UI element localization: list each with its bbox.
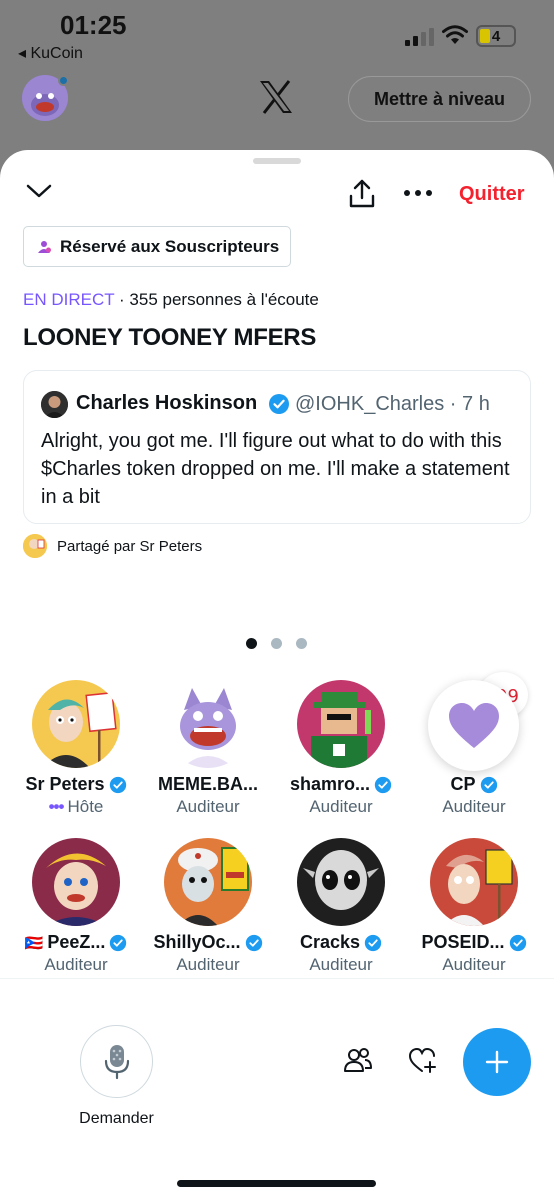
participant-poseid[interactable]: POSEID... Auditeur <box>414 838 534 975</box>
verified-icon <box>245 934 262 951</box>
participant-avatar <box>297 680 385 768</box>
participant-name: PeeZ... <box>47 932 106 952</box>
more-options-icon[interactable] <box>404 190 432 196</box>
verified-icon <box>110 934 127 951</box>
plus-icon <box>485 1050 509 1074</box>
x-logo-icon <box>260 80 292 114</box>
participant-role: Auditeur <box>176 955 240 974</box>
reaction-heart-bubble <box>428 680 519 771</box>
participant-shillyoc[interactable]: ShillyOc... Auditeur <box>148 838 268 975</box>
participant-role: Auditeur <box>309 797 373 816</box>
tweet-author-name: Charles Hoskinson <box>76 392 258 414</box>
listener-count: · 355 personnes à l'écoute <box>114 290 319 309</box>
participant-name: ShillyOc... <box>153 932 241 952</box>
tweet-author-avatar <box>41 391 68 418</box>
live-status: EN DIRECT · 355 personnes à l'écoute <box>23 290 319 310</box>
verified-icon <box>480 776 497 793</box>
participant-sr-peters[interactable]: Sr Peters ••• Hôte <box>16 680 136 817</box>
participant-name: CP <box>450 774 476 794</box>
subscribers-only-badge: Réservé aux Souscripteurs <box>23 226 292 267</box>
flag-icon: 🇵🇷 <box>24 934 44 952</box>
participant-name: POSEID... <box>421 932 505 952</box>
participant-avatar <box>164 680 252 768</box>
verified-icon <box>109 776 126 793</box>
battery-icon: 4 <box>476 25 516 47</box>
verified-icon <box>509 934 526 951</box>
participant-avatar <box>430 838 518 926</box>
sheet-grabber[interactable] <box>253 158 301 164</box>
upgrade-button[interactable]: Mettre à niveau <box>348 76 531 122</box>
participant-cracks[interactable]: Cracks Auditeur <box>281 838 401 975</box>
verified-icon <box>374 776 392 793</box>
participant-role: Hôte <box>67 797 104 816</box>
page-dot[interactable] <box>271 638 282 649</box>
battery-level: 4 <box>491 28 501 45</box>
participant-avatar <box>297 838 385 926</box>
participant-shamro[interactable]: shamro... Auditeur <box>281 680 401 817</box>
space-sheet: Quitter Réservé aux Souscripteurs EN DIR… <box>0 150 554 1200</box>
participant-role: Auditeur <box>309 955 373 974</box>
shared-by-label: Partagé par Sr Peters <box>57 537 203 555</box>
participant-name: MEME.BA... <box>157 774 258 794</box>
subscriber-icon <box>38 240 51 253</box>
home-indicator[interactable] <box>177 1180 376 1187</box>
request-mic-button[interactable] <box>80 1025 153 1098</box>
cellular-signal-icon <box>405 28 434 46</box>
page-dot[interactable] <box>296 638 307 649</box>
participant-peez[interactable]: 🇵🇷 PeeZ... Auditeur <box>16 838 136 975</box>
verified-icon <box>269 394 289 414</box>
participant-meme-ba[interactable]: MEME.BA... Auditeur <box>148 680 268 817</box>
subscribers-only-label: Réservé aux Souscripteurs <box>60 236 280 256</box>
share-icon[interactable] <box>348 179 376 209</box>
add-fab-button[interactable] <box>463 1028 531 1096</box>
participant-role: Auditeur <box>176 797 240 816</box>
heart-reaction-icon <box>448 702 499 748</box>
quit-button[interactable]: Quitter <box>459 183 525 206</box>
chevron-down-icon[interactable] <box>26 183 52 199</box>
verified-icon <box>364 934 382 951</box>
back-to-app-link[interactable]: ◂ KuCoin <box>18 43 83 63</box>
participant-name: Cracks <box>299 932 361 952</box>
notification-dot <box>58 75 69 86</box>
host-dots-icon: ••• <box>48 797 65 816</box>
clock: 01:25 <box>60 10 127 40</box>
shared-by: Partagé par Sr Peters <box>23 534 202 558</box>
request-mic-label: Demander <box>79 1110 154 1127</box>
controls-divider <box>0 978 554 979</box>
wifi-icon <box>442 25 468 44</box>
microphone-icon <box>104 1044 129 1079</box>
participant-avatar <box>32 838 120 926</box>
page-dot[interactable] <box>246 638 257 649</box>
status-bar: 01:25 ◂ KuCoin 4 <box>0 0 554 72</box>
participant-avatar <box>32 680 120 768</box>
tweet-handle-time: @IOHK_Charles · 7 h <box>295 393 490 415</box>
participant-avatar <box>164 838 252 926</box>
page-indicator[interactable] <box>246 638 307 649</box>
sharer-avatar <box>23 534 47 558</box>
pinned-tweet-card[interactable]: Charles Hoskinson @IOHK_Charles · 7 h Al… <box>23 370 531 524</box>
participant-name: Sr Peters <box>25 774 105 794</box>
participant-name: shamro... <box>289 774 371 794</box>
tweet-text: Alright, you got me. I'll figure out wha… <box>41 430 510 508</box>
participant-role: Auditeur <box>44 955 108 974</box>
people-icon[interactable] <box>343 1047 373 1073</box>
participant-role: Auditeur <box>442 797 506 816</box>
participant-role: Auditeur <box>442 955 506 974</box>
space-title: LOONEY TOONEY MFERS <box>23 324 317 351</box>
heart-plus-icon[interactable] <box>409 1048 437 1074</box>
live-tag: EN DIRECT <box>23 290 115 309</box>
